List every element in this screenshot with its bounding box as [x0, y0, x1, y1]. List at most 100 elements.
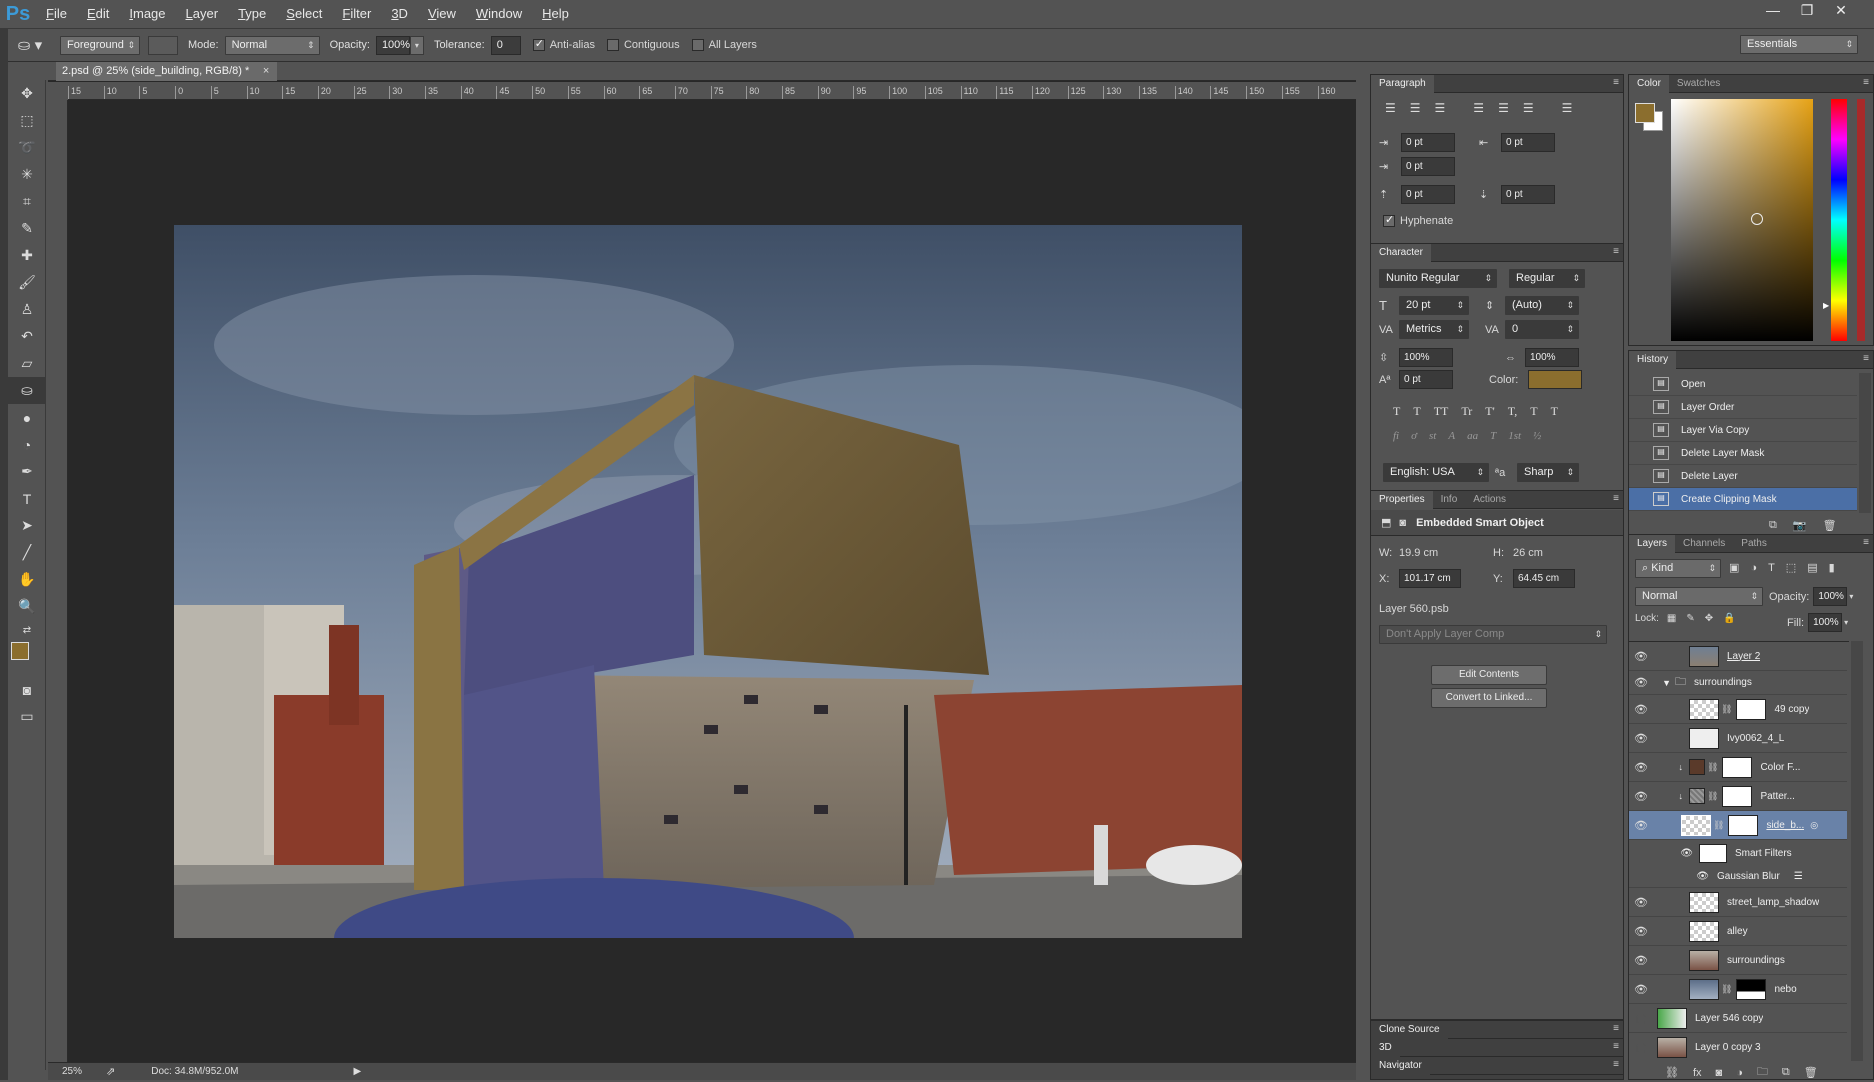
quick-select-tool-icon[interactable]: ✳ [8, 161, 46, 188]
panel-menu-icon[interactable]: ≡ [1613, 1059, 1619, 1070]
actions-tab[interactable]: Actions [1465, 491, 1514, 509]
layer-row[interactable]: ▢ Layer 0 copy 3 [1629, 1033, 1847, 1061]
paragraph-tab[interactable]: Paragraph [1371, 74, 1434, 93]
paths-tab[interactable]: Paths [1733, 535, 1775, 553]
panel-menu-icon[interactable]: ≡ [1863, 77, 1869, 88]
justify-last-center-icon[interactable]: ☰ [1498, 101, 1509, 115]
convert-to-linked-button[interactable]: Convert to Linked... [1431, 688, 1547, 708]
layer-mask-thumbnail[interactable] [1736, 978, 1767, 1000]
kerning-dropdown[interactable]: Metrics [1399, 320, 1469, 339]
history-item[interactable]: ▤ Delete Layer Mask [1629, 442, 1857, 465]
mask-link-icon[interactable]: ⛓ [1721, 704, 1732, 715]
dodge-tool-icon[interactable]: ● [8, 404, 46, 431]
layer-opacity-field[interactable]: 100% [1813, 587, 1848, 606]
align-center-icon[interactable]: ☰ [1410, 101, 1421, 115]
align-right-icon[interactable]: ☰ [1435, 101, 1446, 115]
history-item[interactable]: ▤ Layer Via Copy [1629, 419, 1857, 442]
text-color-swatch[interactable] [1528, 370, 1583, 389]
navigator-tab[interactable]: Navigator [1371, 1056, 1430, 1075]
channels-tab[interactable]: Channels [1675, 535, 1733, 553]
menu-image[interactable]: Image [119, 0, 175, 28]
layer-row[interactable]: 👁 ⛓ nebo [1629, 975, 1847, 1004]
discretionary-ligatures-icon[interactable]: st [1429, 430, 1436, 442]
link-layers-icon[interactable]: ⛓ [1665, 1066, 1679, 1079]
new-layer-icon[interactable]: ⧉ [1782, 1066, 1790, 1079]
history-item-selected[interactable]: ▤ Create Clipping Mask [1629, 488, 1857, 511]
layers-scrollbar[interactable] [1851, 641, 1863, 1061]
blend-mode-dropdown[interactable]: Normal [1635, 587, 1763, 606]
clone-source-tab[interactable]: Clone Source [1371, 1020, 1448, 1039]
eyedropper-tool-icon[interactable]: ✎ [8, 215, 46, 242]
x-field[interactable]: 101.17 cm [1399, 569, 1461, 588]
layer-row[interactable]: 👁 ⛓ 49 copy [1629, 695, 1847, 724]
all-layers-checkbox[interactable] [691, 39, 704, 51]
justify-last-left-icon[interactable]: ☰ [1473, 101, 1484, 115]
visibility-eye-icon[interactable]: 👁 [1629, 925, 1653, 938]
layer-style-fx-icon[interactable]: fx [1693, 1067, 1702, 1079]
menu-layer[interactable]: Layer [176, 0, 229, 28]
filter-toggle-icon[interactable]: ▮ [1829, 561, 1835, 574]
leading-dropdown[interactable]: (Auto) [1505, 296, 1579, 315]
layer-row[interactable]: 👁 alley [1629, 917, 1847, 946]
visibility-eye-icon[interactable]: 👁 [1629, 732, 1653, 745]
ordinals-icon[interactable]: 1st [1508, 430, 1521, 442]
fill-field[interactable]: 100% [1808, 613, 1843, 632]
pen-tool-icon[interactable]: ✒ [8, 458, 46, 485]
superscript-icon[interactable]: T' [1485, 404, 1495, 419]
tracking-dropdown[interactable]: 0 [1505, 320, 1579, 339]
mask-link-icon[interactable]: ⛓ [1707, 762, 1718, 773]
visibility-eye-off-icon[interactable]: ▢ [1629, 1012, 1653, 1025]
type-tool-icon[interactable]: T [8, 485, 46, 512]
lasso-tool-icon[interactable]: ➰ [8, 134, 46, 161]
visibility-eye-icon[interactable]: 👁 [1629, 676, 1653, 689]
lock-all-icon[interactable]: 🔒 [1723, 613, 1735, 624]
quick-mask-icon[interactable]: ◙ [8, 676, 46, 703]
delete-state-icon[interactable]: 🗑 [1823, 519, 1837, 532]
filter-smart-object-icon[interactable]: ▤ [1807, 561, 1817, 574]
mask-link-icon[interactable]: ⛓ [1713, 820, 1724, 831]
indent-left-field[interactable]: 0 pt [1401, 133, 1455, 152]
canvas-image[interactable] [174, 225, 1242, 938]
mask-icon[interactable]: ◙ [1399, 517, 1406, 529]
fractions-icon[interactable]: ½ [1533, 430, 1541, 442]
mask-link-icon[interactable]: ⛓ [1707, 791, 1718, 802]
ruler-origin[interactable] [48, 82, 68, 100]
layer-comp-dropdown[interactable]: Don't Apply Layer Comp [1379, 625, 1607, 644]
menu-help[interactable]: Help [532, 0, 579, 28]
width-value[interactable]: 19.9 cm [1399, 547, 1438, 559]
filter-visibility-eye-icon[interactable]: 👁 [1629, 871, 1709, 882]
hue-slider[interactable] [1831, 99, 1847, 341]
layer-row[interactable]: 👁 ↓ ⛓ Patter... [1629, 782, 1847, 811]
menu-view[interactable]: View [418, 0, 466, 28]
history-item[interactable]: ▤ Delete Layer [1629, 465, 1857, 488]
clone-stamp-tool-icon[interactable]: ♙ [8, 296, 46, 323]
layer-row[interactable]: 👁 ↓ ⛓ Color F... [1629, 753, 1847, 782]
opacity-slider-arrow-icon[interactable]: ▾ [409, 35, 424, 55]
swatches-tab[interactable]: Swatches [1669, 75, 1728, 93]
character-tab[interactable]: Character [1371, 243, 1431, 262]
filter-visibility-eye-icon[interactable]: 👁 [1629, 848, 1693, 859]
opacity-field[interactable]: 100% [375, 35, 410, 55]
smart-filters-row[interactable]: 👁 Smart Filters [1629, 840, 1847, 866]
panel-menu-icon[interactable]: ≡ [1613, 77, 1619, 88]
swap-colors-icon[interactable]: ⇄ [8, 620, 46, 640]
titling-alternates-icon[interactable]: T [1490, 430, 1496, 442]
filter-shape-icon[interactable]: ⬚ [1786, 561, 1796, 574]
horizontal-ruler[interactable]: 15 10 5 0 5 10 15 20 25 30 35 40 45 50 55 60 65 70 75 80 85 9… [68, 82, 1356, 100]
strikethrough-icon[interactable]: T [1551, 404, 1558, 419]
history-item[interactable]: ▤ Layer Order [1629, 396, 1857, 419]
filter-pixel-icon[interactable]: ▣ [1729, 561, 1739, 574]
delete-layer-icon[interactable]: 🗑 [1804, 1066, 1818, 1079]
menu-type[interactable]: Type [228, 0, 276, 28]
layer-opacity-arrow-icon[interactable]: ▾ [1849, 592, 1853, 601]
panel-menu-icon[interactable]: ≡ [1613, 1041, 1619, 1052]
mask-link-icon[interactable]: ⛓ [1721, 984, 1732, 995]
path-select-tool-icon[interactable]: ➤ [8, 512, 46, 539]
lock-transparent-icon[interactable]: ▦ [1667, 613, 1676, 624]
stylistic-alternates-icon[interactable]: aa [1467, 430, 1478, 442]
filter-mask-thumbnail[interactable] [1699, 843, 1727, 863]
layer-row[interactable]: 👁 Ivy0062_4_L [1629, 724, 1847, 753]
faux-bold-icon[interactable]: T [1393, 404, 1400, 419]
layer-group-row[interactable]: 👁 ▼ 🗀 surroundings [1629, 671, 1847, 695]
gaussian-blur-row[interactable]: 👁 Gaussian Blur ☰ [1629, 866, 1847, 888]
